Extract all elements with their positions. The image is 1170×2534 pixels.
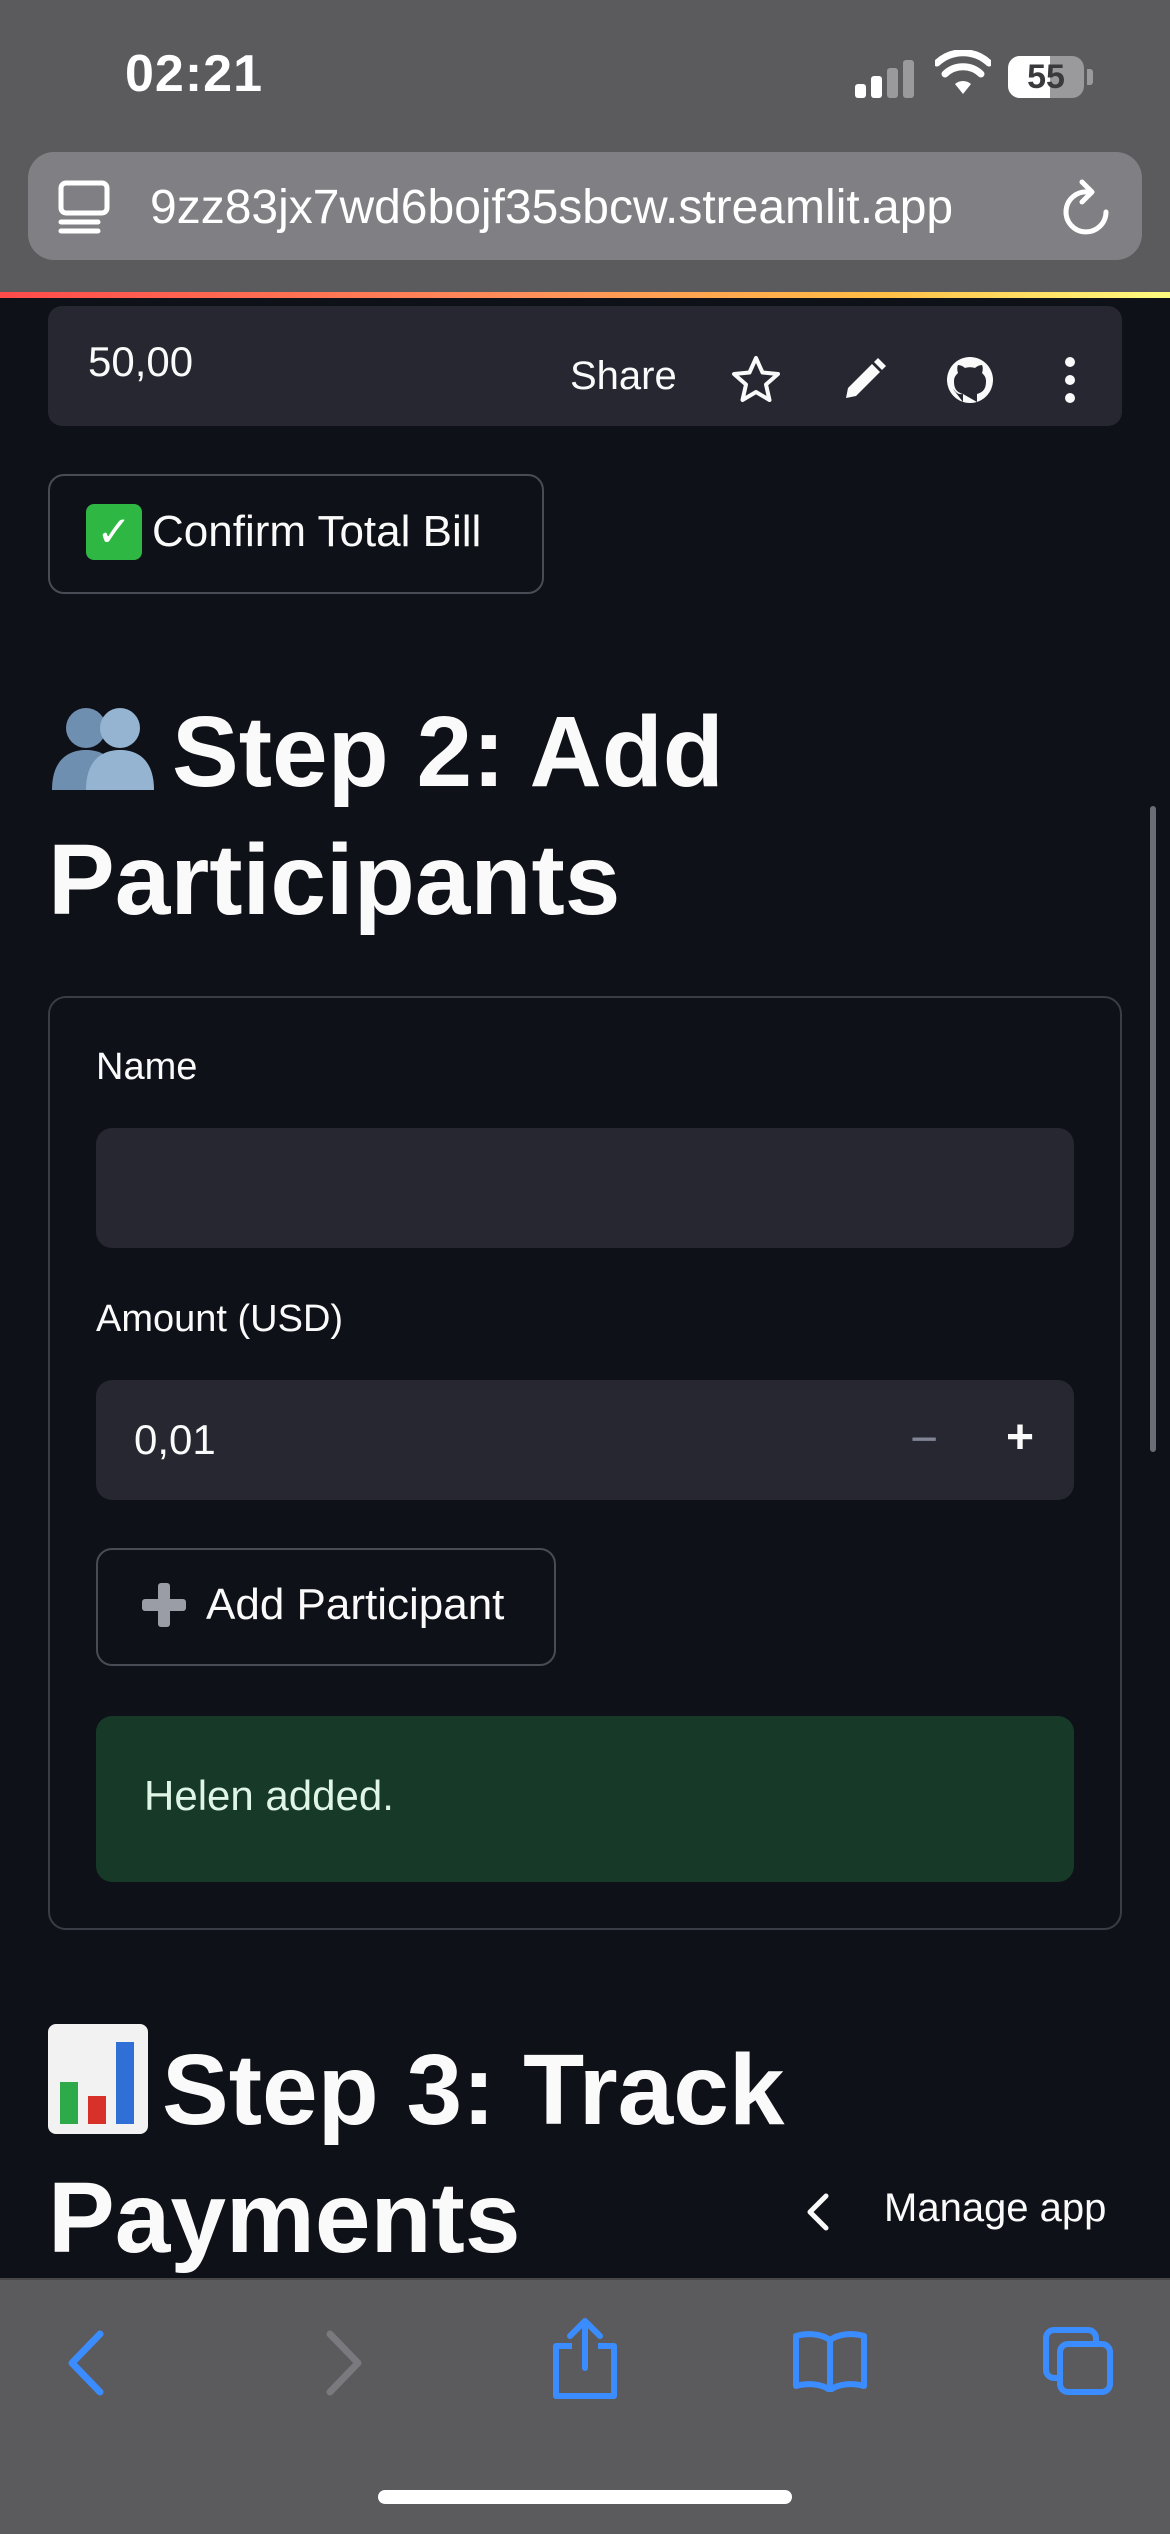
pencil-icon[interactable] bbox=[838, 354, 890, 406]
name-input[interactable] bbox=[96, 1128, 1074, 1248]
back-icon[interactable] bbox=[62, 2328, 112, 2398]
scrollbar[interactable] bbox=[1150, 806, 1156, 1452]
step-3-heading: Step 3: Track Payments bbox=[48, 2024, 1122, 2282]
star-icon[interactable] bbox=[730, 354, 782, 406]
step-2-heading: Step 2: Add Participants bbox=[48, 688, 1122, 944]
status-time: 02:21 bbox=[125, 45, 263, 103]
add-participant-button[interactable]: Add Participant bbox=[96, 1548, 556, 1666]
chevron-left-icon[interactable] bbox=[800, 2190, 836, 2234]
wifi-icon bbox=[935, 50, 991, 94]
manage-app-button[interactable]: Manage app bbox=[884, 2186, 1106, 2231]
increment-button[interactable]: + bbox=[1006, 1410, 1034, 1465]
github-icon[interactable] bbox=[944, 354, 996, 406]
url-text[interactable]: 9zz83jx7wd6bojf35sbcw.streamlit.app bbox=[150, 180, 1040, 235]
cellular-signal-icon bbox=[855, 58, 915, 98]
app-decoration-bar bbox=[0, 292, 1170, 298]
home-indicator bbox=[378, 2490, 792, 2504]
reload-icon[interactable] bbox=[1060, 178, 1116, 238]
name-label: Name bbox=[96, 1046, 198, 1088]
confirm-button-label: Confirm Total Bill bbox=[152, 507, 482, 556]
battery-level: 55 bbox=[1027, 58, 1065, 96]
amount-label: Amount (USD) bbox=[96, 1298, 344, 1340]
add-participant-label: Add Participant bbox=[206, 1580, 505, 1629]
plus-icon bbox=[142, 1583, 186, 1627]
bar-chart-icon bbox=[48, 2024, 148, 2134]
forward-icon[interactable] bbox=[318, 2328, 368, 2398]
decrement-button[interactable]: − bbox=[910, 1412, 938, 1467]
share-icon[interactable] bbox=[550, 2316, 620, 2400]
people-icon bbox=[48, 694, 158, 790]
bookmarks-icon[interactable] bbox=[792, 2330, 868, 2392]
step-3-title: Step 3: Track Payments bbox=[48, 2034, 785, 2274]
confirm-total-bill-button[interactable]: ✓ Confirm Total Bill bbox=[48, 474, 544, 594]
amount-input-value: 0,01 bbox=[134, 1416, 216, 1463]
tabs-icon[interactable] bbox=[1042, 2326, 1114, 2396]
battery-icon: 55 bbox=[1008, 56, 1084, 98]
page-menu-icon[interactable] bbox=[58, 180, 110, 234]
success-message: Helen added. bbox=[144, 1772, 394, 1819]
check-mark-icon: ✓ bbox=[86, 504, 142, 560]
battery-nub bbox=[1087, 69, 1093, 85]
total-bill-value[interactable]: 50,00 bbox=[88, 338, 193, 386]
more-icon[interactable] bbox=[1044, 354, 1096, 406]
share-button[interactable]: Share bbox=[570, 354, 677, 399]
